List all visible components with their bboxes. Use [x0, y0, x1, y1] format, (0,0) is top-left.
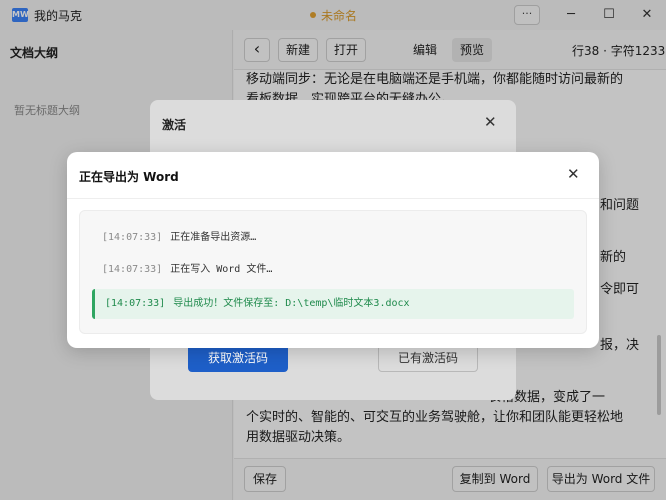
- log-entry: [14:07:33] 正在写入 Word 文件…: [92, 255, 574, 285]
- export-close-icon[interactable]: ✕: [567, 165, 580, 183]
- log-timestamp: [14:07:33]: [102, 264, 163, 275]
- log-message: 正在准备导出资源…: [170, 232, 257, 243]
- log-entry: [14:07:33] 正在准备导出资源…: [92, 223, 574, 253]
- log-timestamp: [14:07:33]: [105, 298, 166, 309]
- export-log: [14:07:33] 正在准备导出资源… [14:07:33] 正在写入 Word …: [79, 210, 587, 334]
- log-timestamp: [14:07:33]: [102, 232, 163, 243]
- have-activation-code-button[interactable]: 已有激活码: [378, 344, 478, 372]
- log-message: 导出成功！文件保存至: D:\temp\临时文本3.docx: [173, 298, 410, 309]
- log-message: 正在写入 Word 文件…: [170, 264, 273, 275]
- get-activation-code-button[interactable]: 获取激活码: [188, 344, 288, 372]
- export-dialog-title: 正在导出为 Word: [79, 170, 179, 184]
- export-progress-dialog: 正在导出为 Word ✕ [14:07:33] 正在准备导出资源… [14:07:…: [67, 152, 599, 348]
- activation-dialog-title: 激活: [162, 118, 187, 132]
- log-entry-success: [14:07:33] 导出成功！文件保存至: D:\temp\临时文本3.docx: [92, 289, 574, 319]
- activation-close-icon[interactable]: ✕: [484, 113, 497, 131]
- dialog-divider: [67, 198, 599, 199]
